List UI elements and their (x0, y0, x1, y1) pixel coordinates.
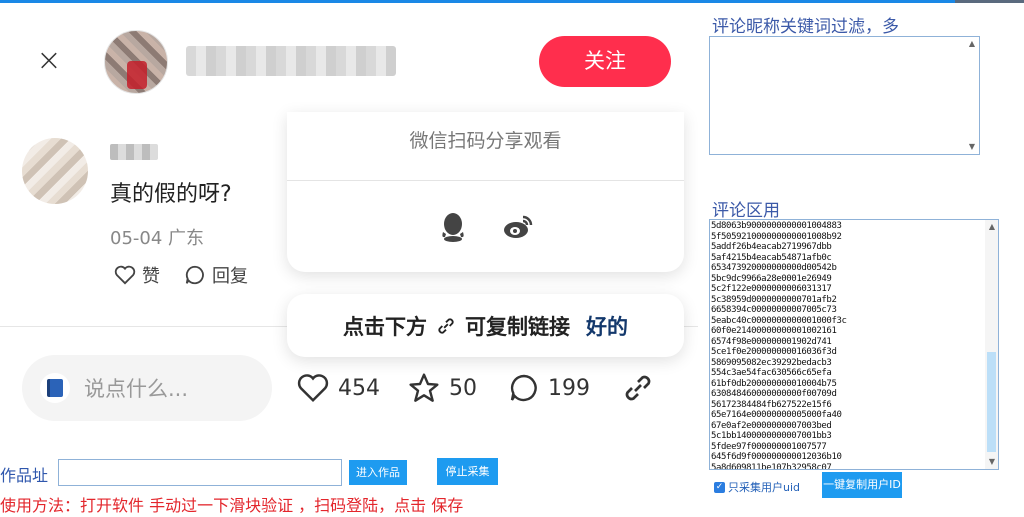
user-id-item[interactable]: 5c38959d0000000000701afb2 (711, 295, 987, 306)
comment-user-list[interactable]: 5d8063b9000000000001004883 5f505921000000… (709, 219, 999, 470)
commenter-name-blurred[interactable] (110, 144, 158, 160)
collect-button[interactable]: 50 (407, 368, 477, 408)
user-id-item[interactable]: 5a8d609811be107b32958c07 (711, 463, 987, 470)
user-id-item[interactable]: 653473920000000000d00542b (711, 263, 987, 274)
user-id-item[interactable]: 5eabc40c0000000000001000f3c (711, 316, 987, 327)
user-id-item[interactable]: 56172384484fb627522e15f6 (711, 400, 987, 411)
link-icon (625, 375, 651, 401)
like-button[interactable]: 454 (296, 368, 380, 408)
user-id-item[interactable]: 645f6d9f000000000012036b10 (711, 452, 987, 463)
user-id-item[interactable]: 5869095082ec39292bedacb3 (711, 358, 987, 369)
window-top-border-right (955, 0, 1024, 3)
url-input[interactable] (58, 459, 342, 486)
user-id-item[interactable]: 5c2f122e0000000006031317 (711, 284, 987, 295)
author-avatar[interactable] (104, 30, 168, 94)
user-id-list: 5d8063b9000000000001004883 5f505921000000… (710, 220, 998, 470)
list-scrollbar[interactable]: ▲ ▼ (985, 220, 998, 469)
scroll-up-icon[interactable]: ▲ (987, 222, 997, 232)
share-popup: 微信扫码分享观看 (287, 112, 684, 272)
chat-bubble-icon (510, 374, 537, 402)
user-id-item[interactable]: 67e0af2e0000000007003bed (711, 421, 987, 432)
app-window: { "note": { "close_icon": "close-icon", … (0, 0, 1024, 517)
user-id-item[interactable]: 5af4215b4eacab54871afb0c (711, 253, 987, 264)
heart-icon (297, 374, 329, 403)
scroll-down-icon[interactable]: ▼ (967, 142, 977, 152)
scroll-up-icon[interactable]: ▲ (967, 39, 977, 49)
comment-count-button[interactable]: 199 (508, 368, 590, 408)
user-id-item[interactable]: 5fdee97f000000001007577 (711, 442, 987, 453)
book-icon (40, 373, 70, 403)
user-id-item[interactable]: 61bf0db200000000010004b75 (711, 379, 987, 390)
user-id-item[interactable]: 5ce1f0e200000000016036f3d (711, 347, 987, 358)
follow-button[interactable]: 关注 (539, 36, 671, 87)
comment-users-label: 评论区用 (712, 201, 780, 221)
share-divider (287, 180, 684, 181)
keyword-filter-label: 评论昵称关键词过滤，多 (712, 17, 899, 37)
like-label: 赞 (142, 266, 160, 287)
link-icon (438, 317, 454, 334)
user-id-item[interactable]: 6574f98e000000001902d741 (711, 337, 987, 348)
star-icon (409, 373, 439, 402)
user-id-item[interactable]: 5d8063b9000000000001004883 (711, 221, 987, 232)
comment-reply-button[interactable]: 回复 (184, 262, 248, 288)
share-tip: 微信扫码分享观看 (409, 130, 562, 152)
comment-count: 199 (548, 375, 590, 401)
scrollbar-thumb[interactable] (987, 352, 996, 452)
copy-user-ids-button[interactable]: 一键复制用户ID (822, 472, 902, 498)
user-id-item[interactable]: 5addf26b4eacab2719967dbb (711, 242, 987, 253)
checkbox-checked-icon[interactable]: ✓ (714, 481, 725, 493)
user-id-item[interactable]: 5f505921000000000001008b92 (711, 232, 987, 243)
qq-icon[interactable] (440, 212, 466, 242)
user-id-item[interactable]: 630848460000000000f00709d (711, 389, 987, 400)
close-icon[interactable]: × (34, 46, 64, 76)
comment-text: 真的假的呀? (110, 182, 232, 207)
comment-input[interactable]: 说点什么... (22, 355, 272, 421)
enter-work-button[interactable]: 进入作品 (349, 460, 407, 485)
comment-input-placeholder: 说点什么... (84, 377, 189, 401)
uid-only-checkbox[interactable]: ✓ 只采集用户uid (714, 480, 800, 494)
user-id-item[interactable]: 65e7164e00000000005000fa40 (711, 410, 987, 421)
collect-count: 50 (449, 375, 477, 401)
commenter-avatar[interactable] (22, 138, 88, 204)
copy-tip-text2: 可复制链接 (465, 314, 570, 339)
usage-instructions: 使用方法：打开软件 手动过一下滑块验证 ，扫码登陆，点击 保存 (0, 496, 464, 515)
copy-link-tip: 点击下方 可复制链接 好的 (287, 294, 684, 357)
copy-tip-ok-button[interactable]: 好的 (586, 311, 628, 341)
weibo-icon[interactable] (503, 212, 533, 242)
user-id-item[interactable]: 5c1bb1400000000007001bb3 (711, 431, 987, 442)
scroll-down-icon[interactable]: ▼ (987, 457, 997, 467)
heart-icon (114, 265, 136, 285)
stop-collect-button[interactable]: 停止采集 (437, 458, 498, 485)
author-name-blurred[interactable] (186, 46, 396, 76)
comment-like-button[interactable]: 赞 (114, 262, 160, 288)
share-link-button[interactable] (620, 368, 656, 408)
user-id-item[interactable]: 6658394c00000000007005c73 (711, 305, 987, 316)
user-id-item[interactable]: 554c3ae54fac630566c65efa (711, 368, 987, 379)
uid-only-label: 只采集用户uid (728, 481, 801, 494)
user-id-item[interactable]: 5bc9dc9966a28e0001e26949 (711, 274, 987, 285)
window-top-border (0, 0, 1024, 3)
comment-meta: 05-04 广东 (110, 228, 205, 249)
like-count: 454 (338, 375, 380, 401)
chat-bubble-icon (185, 265, 204, 285)
copy-tip-text: 点击下方 (343, 314, 427, 339)
url-label: 作品址 (0, 466, 49, 485)
user-id-item[interactable]: 60f0e21400000000001002161 (711, 326, 987, 337)
keyword-filter-textarea[interactable]: ▲ ▼ (709, 36, 980, 155)
reply-label: 回复 (212, 266, 248, 287)
